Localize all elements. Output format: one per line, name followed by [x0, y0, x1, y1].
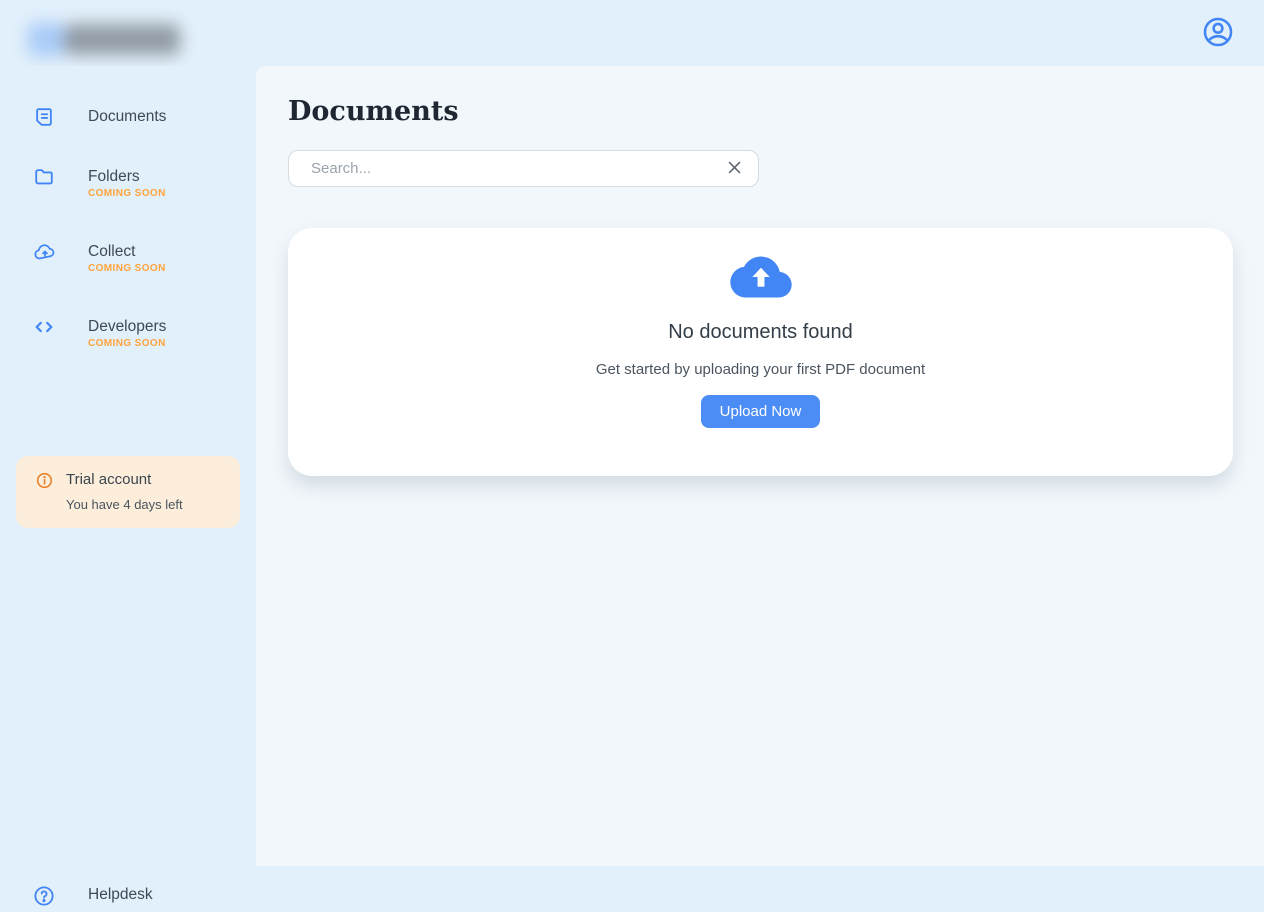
coming-soon-badge: COMING SOON [88, 188, 166, 199]
brand-logo-mark [28, 23, 64, 56]
search-bar [288, 150, 759, 187]
sidebar-item-label: Collect [88, 243, 136, 260]
coming-soon-badge: COMING SOON [88, 263, 166, 274]
empty-state-card: No documents found Get started by upload… [288, 228, 1233, 476]
search-clear-button[interactable] [721, 156, 747, 182]
document-icon [33, 106, 55, 128]
trial-subtitle: You have 4 days left [66, 497, 183, 512]
page-title: Documents [288, 96, 459, 127]
sidebar-item-label: Developers [88, 318, 167, 335]
sidebar-item-helpdesk[interactable]: Helpdesk [0, 884, 256, 910]
empty-state-title: No documents found [668, 321, 853, 343]
folder-icon [33, 166, 55, 188]
info-circle-icon [36, 472, 53, 489]
coming-soon-badge: COMING SOON [88, 338, 166, 349]
brand-logo-text [64, 24, 180, 55]
sidebar-item-label: Folders [88, 168, 140, 185]
help-circle-icon [33, 885, 55, 907]
sidebar: Documents Folders COMING SOON Collect CO… [0, 66, 256, 906]
app-header [0, 0, 1264, 66]
cloud-upload-icon [33, 241, 55, 263]
sidebar-item-label: Helpdesk [88, 886, 153, 903]
profile-button[interactable] [1200, 15, 1236, 51]
empty-state-subtitle: Get started by uploading your first PDF … [595, 361, 926, 378]
sidebar-item-label: Documents [88, 108, 167, 125]
brand-logo [24, 17, 186, 62]
close-x-icon [726, 159, 743, 179]
trial-account-notice: Trial account You have 4 days left [16, 456, 240, 528]
main-content: Documents No documents found Get started… [256, 66, 1264, 866]
cloud-upload-filled-icon [729, 254, 792, 305]
trial-title: Trial account [66, 471, 152, 488]
user-circle-icon [1201, 15, 1235, 52]
upload-now-button[interactable]: Upload Now [700, 395, 821, 428]
code-icon [33, 316, 55, 338]
search-input[interactable] [288, 150, 759, 187]
